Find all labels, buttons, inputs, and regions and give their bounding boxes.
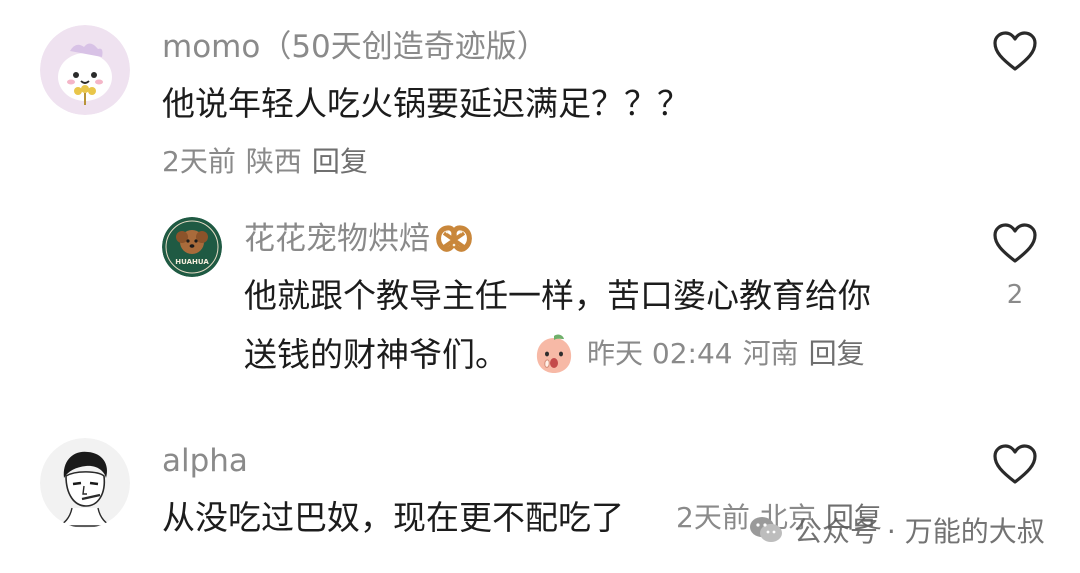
wechat-icon <box>748 512 784 548</box>
comment-location: 陕西 <box>245 145 302 178</box>
avatar[interactable] <box>40 25 130 115</box>
pretzel-icon <box>434 221 474 257</box>
comment-meta: 昨天 02:44 河南 回复 <box>587 336 875 372</box>
comment-username-text[interactable]: 花花宠物烘焙 <box>244 219 430 259</box>
heart-icon[interactable] <box>992 30 1038 72</box>
avatar-brand-text: HUAHUA <box>175 258 209 266</box>
comment-username[interactable]: 花花宠物烘焙 <box>244 219 474 259</box>
comment-text-line-2: 送钱的财神爷们。 <box>244 335 508 374</box>
watermark-text: 公众号 · 万能的大叔 <box>794 515 1045 548</box>
reply-button[interactable]: 回复 <box>312 145 368 178</box>
avatar[interactable] <box>40 438 130 528</box>
comment-time: 昨天 02:44 <box>587 337 733 370</box>
comment-username[interactable]: momo（50天创造奇迹版） <box>162 27 548 67</box>
comment-username[interactable]: alpha <box>162 441 248 481</box>
comment-text-line-1: 他就跟个教导主任一样，苦口婆心教育给你 <box>244 276 871 315</box>
comment-time: 2天前 <box>676 501 750 534</box>
heart-icon[interactable] <box>992 222 1038 264</box>
watermark: 公众号 · 万能的大叔 <box>748 508 1045 552</box>
like-count: 2 <box>1006 280 1024 310</box>
reply-button[interactable]: 回复 <box>809 337 865 370</box>
heart-icon[interactable] <box>992 443 1038 485</box>
comment-text: 他说年轻人吃火锅要延迟满足？？？ <box>162 84 690 123</box>
comment-time: 2天前 <box>162 145 236 178</box>
comment-meta: 2天前 陕西 回复 <box>162 144 378 180</box>
comment-location: 河南 <box>742 337 799 370</box>
avatar[interactable]: HUAHUA <box>162 217 222 277</box>
comment-text: 从没吃过巴奴，现在更不配吃了 <box>162 498 624 537</box>
peach-emoji-icon <box>532 332 576 376</box>
